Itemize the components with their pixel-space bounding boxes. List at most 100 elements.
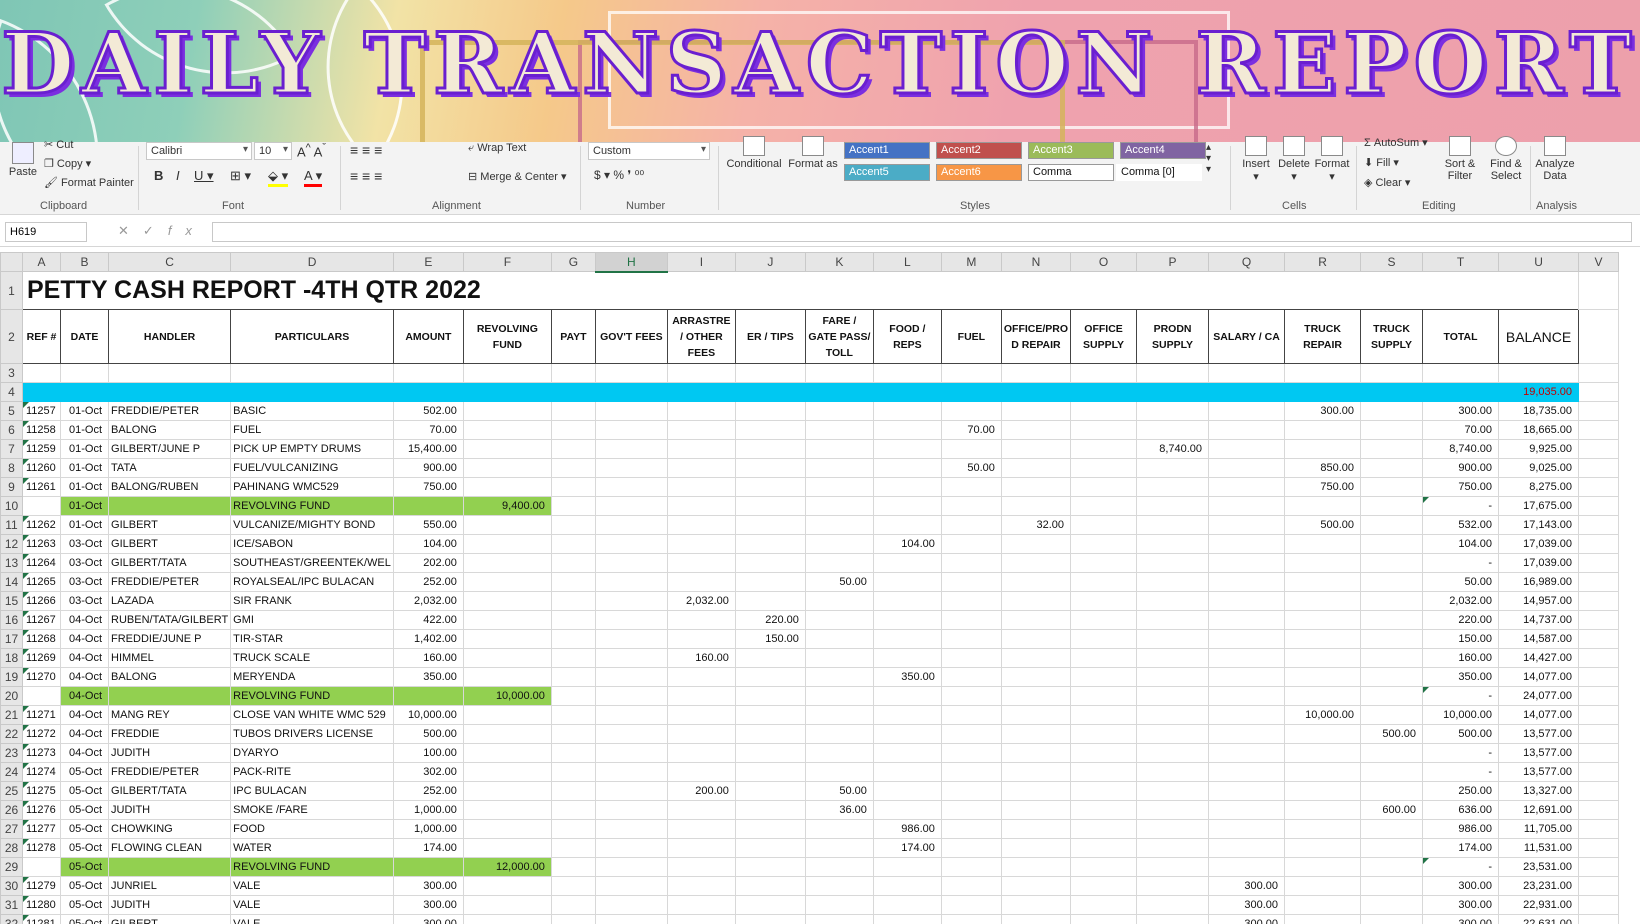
cell[interactable] [666, 743, 736, 763]
cell[interactable] [1136, 895, 1210, 915]
cell[interactable] [666, 534, 736, 554]
cell[interactable] [22, 496, 61, 516]
cell[interactable]: VALE [230, 895, 394, 915]
cell[interactable] [872, 648, 942, 668]
cell[interactable] [734, 800, 806, 820]
cell[interactable] [1284, 800, 1362, 820]
cell[interactable]: 300.00 [392, 914, 464, 924]
cell[interactable] [594, 819, 668, 839]
cell[interactable] [462, 420, 552, 440]
cell[interactable]: 986.00 [872, 819, 942, 839]
cell[interactable] [462, 515, 552, 535]
cell[interactable] [1136, 534, 1210, 554]
cell[interactable] [734, 857, 806, 877]
cell[interactable]: 11259 [22, 439, 61, 459]
cell[interactable] [550, 591, 596, 611]
cell[interactable]: 17,675.00 [1498, 496, 1580, 516]
cell[interactable]: 9,400.00 [462, 496, 552, 516]
cell[interactable]: 13,577.00 [1498, 762, 1580, 782]
cell[interactable] [872, 876, 942, 896]
cell[interactable] [1208, 572, 1286, 592]
cell[interactable] [666, 762, 736, 782]
cell[interactable]: GMI [230, 610, 394, 630]
underline-button[interactable]: U ▾ [194, 168, 214, 184]
cell[interactable]: - [1422, 743, 1500, 763]
cell[interactable]: 14,077.00 [1498, 705, 1580, 725]
cell[interactable]: 300.00 [1208, 914, 1286, 924]
cell[interactable] [1578, 572, 1620, 592]
cell[interactable] [940, 401, 1002, 421]
cell[interactable]: ICE/SABON [230, 534, 394, 554]
cell[interactable] [1284, 686, 1362, 706]
cell[interactable] [1284, 629, 1362, 649]
column-header[interactable]: M [940, 252, 1002, 272]
cell[interactable] [666, 667, 736, 687]
cell[interactable] [594, 363, 668, 383]
row-header[interactable]: 14 [0, 572, 23, 592]
cell[interactable] [734, 591, 806, 611]
cell[interactable] [872, 686, 942, 706]
cell[interactable] [1284, 610, 1362, 630]
cell[interactable] [872, 515, 942, 535]
cell[interactable] [1208, 762, 1286, 782]
cell[interactable] [940, 876, 1002, 896]
cell[interactable] [940, 363, 1002, 383]
cell[interactable] [1208, 857, 1286, 877]
column-title[interactable]: SALARY / CA [1208, 309, 1286, 364]
cell[interactable] [550, 914, 596, 924]
row-header[interactable]: 29 [0, 857, 23, 877]
cell[interactable] [666, 914, 736, 924]
cell[interactable]: 13,577.00 [1498, 743, 1580, 763]
cell[interactable] [666, 705, 736, 725]
cell[interactable]: 300.00 [392, 876, 464, 896]
cell[interactable] [1360, 591, 1424, 611]
cell[interactable]: 350.00 [392, 667, 464, 687]
cell[interactable] [804, 895, 874, 915]
cell[interactable]: 13,577.00 [1498, 724, 1580, 744]
cell[interactable] [1136, 667, 1210, 687]
column-title[interactable]: DATE [59, 309, 110, 364]
cell[interactable]: REVOLVING FUND [230, 857, 394, 877]
font-name-select[interactable]: Calibri [146, 142, 252, 160]
cell[interactable] [462, 667, 552, 687]
cell[interactable] [804, 420, 874, 440]
cell[interactable] [1360, 686, 1424, 706]
autosum-button[interactable]: Σ AutoSum ▾ [1364, 136, 1428, 149]
cell[interactable] [1136, 515, 1210, 535]
cell[interactable] [940, 439, 1002, 459]
cell[interactable]: 11264 [22, 553, 61, 573]
column-header[interactable]: F [462, 252, 552, 272]
cell[interactable] [1000, 667, 1072, 687]
column-header[interactable]: S [1360, 252, 1424, 272]
cell[interactable] [550, 743, 596, 763]
cell[interactable] [594, 591, 668, 611]
cell[interactable] [734, 648, 806, 668]
cell[interactable]: 11272 [22, 724, 61, 744]
cell[interactable] [804, 648, 874, 668]
cell[interactable] [594, 705, 668, 725]
cell[interactable] [1284, 781, 1362, 801]
cell[interactable] [940, 686, 1002, 706]
cell[interactable]: JUDITH [108, 800, 232, 820]
cell[interactable] [1360, 819, 1424, 839]
cell[interactable] [462, 838, 552, 858]
percent-style-button[interactable]: $ ▾ % ❜ ⁰⁰ [594, 168, 644, 182]
cell[interactable] [1360, 439, 1424, 459]
cell[interactable] [1578, 762, 1620, 782]
borders-button[interactable]: ⊞ ▾ [230, 168, 251, 184]
cell[interactable] [1070, 534, 1138, 554]
cell[interactable]: TUBOS DRIVERS LICENSE [230, 724, 394, 744]
cell[interactable] [1208, 553, 1286, 573]
column-title[interactable]: PARTICULARS [230, 309, 394, 364]
cell[interactable] [872, 382, 942, 402]
row-header[interactable]: 23 [0, 743, 23, 763]
cell[interactable] [1000, 686, 1072, 706]
style-comma[interactable]: Comma [1028, 164, 1114, 181]
cell[interactable] [940, 819, 1002, 839]
cell[interactable] [1360, 534, 1424, 554]
cell[interactable] [1284, 648, 1362, 668]
column-header[interactable]: C [108, 252, 232, 272]
cell[interactable]: 01-Oct [59, 458, 110, 478]
cell[interactable] [392, 857, 464, 877]
cell[interactable] [462, 363, 552, 383]
